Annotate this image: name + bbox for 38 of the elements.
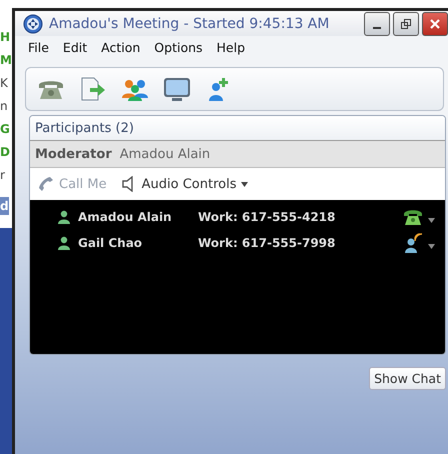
moderator-name: Amadou Alain — [120, 146, 210, 162]
restore-icon — [400, 18, 412, 30]
caret-icon — [241, 182, 248, 186]
background-text: D — [0, 145, 10, 159]
monitor-icon[interactable] — [162, 76, 192, 102]
background-text: G — [0, 122, 10, 136]
background-text: r — [0, 168, 5, 182]
person-icon — [58, 236, 70, 250]
dropdown-icon[interactable] — [428, 244, 435, 248]
handset-icon — [38, 176, 54, 192]
moderator-label: Moderator — [35, 146, 112, 162]
background-text: K — [0, 76, 8, 90]
participant-name[interactable]: Amadou Alain — [78, 210, 198, 224]
show-chat-button[interactable]: Show Chat — [369, 367, 446, 390]
menu-item[interactable]: Help — [216, 40, 246, 55]
background-text: M — [0, 53, 12, 67]
menu-item[interactable]: Edit — [62, 40, 88, 55]
minimize-button[interactable] — [364, 12, 390, 36]
restore-button[interactable] — [393, 12, 419, 36]
app-icon — [23, 14, 43, 34]
window-title: Amadou's Meeting - Started 9:45:13 AM — [49, 16, 330, 32]
telephone-icon — [403, 208, 423, 226]
background-text: H — [0, 30, 10, 44]
menu-item[interactable]: Options — [154, 40, 203, 55]
menu-item[interactable]: Action — [101, 40, 140, 55]
audio-controls-button[interactable]: Audio Controls — [120, 176, 248, 192]
speaking-person-icon — [403, 233, 423, 253]
minimize-icon — [373, 26, 381, 28]
dropdown-icon[interactable] — [428, 218, 435, 222]
participant-name[interactable]: Gail Chao — [78, 236, 198, 250]
menu-item[interactable]: File — [28, 40, 49, 55]
background-text: n — [0, 99, 8, 113]
person-icon — [58, 210, 70, 224]
participant-phone: Work: 617-555-4218 — [198, 210, 336, 224]
panel-title: Participants (2) — [35, 120, 134, 136]
participant-phone: Work: 617-555-7998 — [198, 236, 336, 250]
close-button[interactable] — [422, 12, 448, 36]
close-icon — [429, 18, 441, 30]
